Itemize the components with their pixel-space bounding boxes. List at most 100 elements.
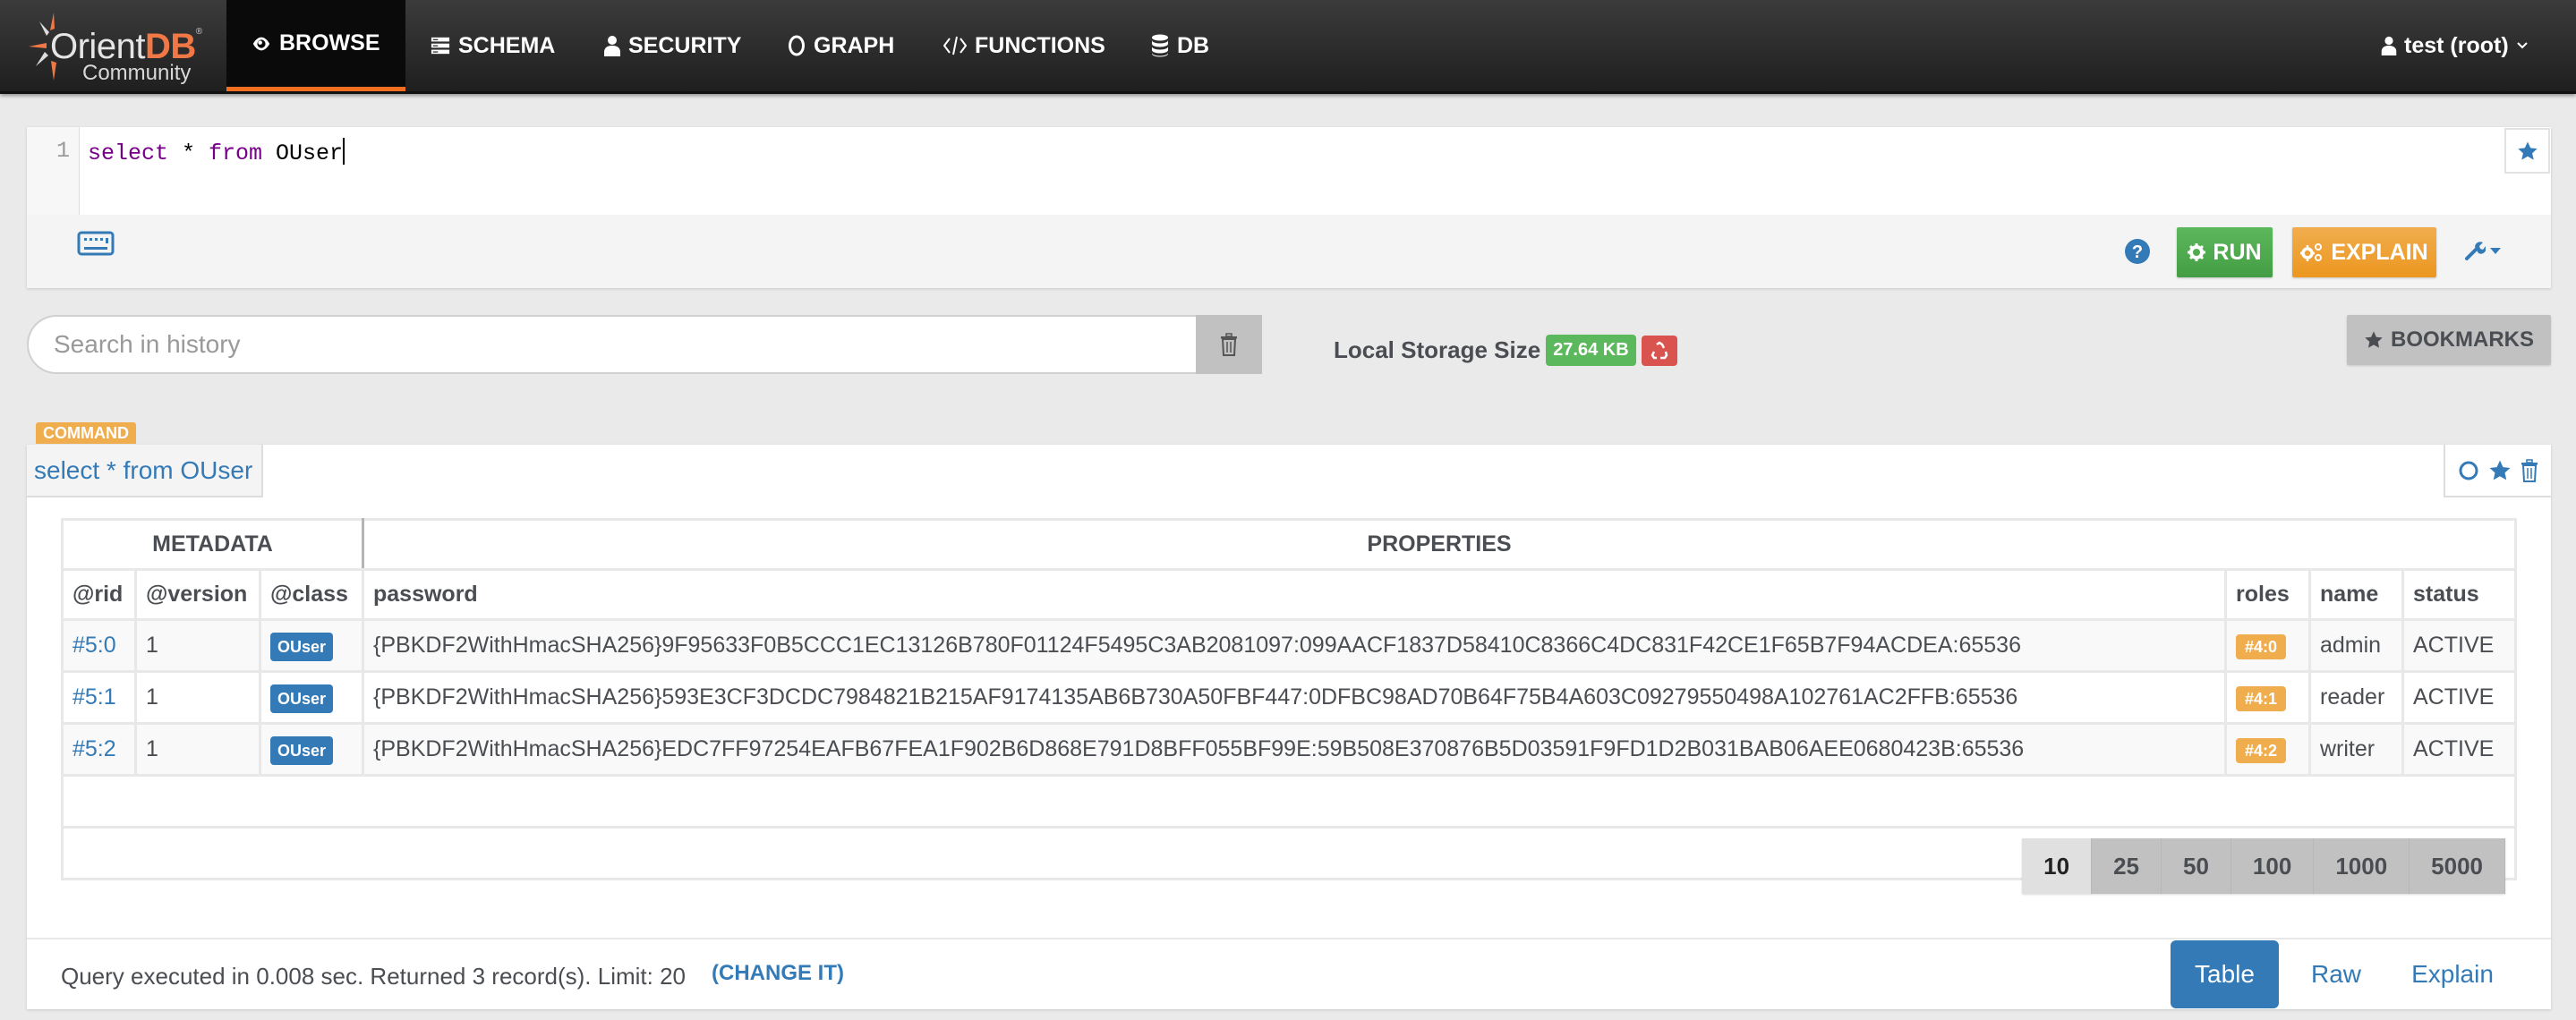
circle-icon: [789, 35, 805, 56]
class-badge[interactable]: OUser: [270, 684, 334, 713]
history-search-input[interactable]: [27, 315, 1196, 374]
wrench-icon: [2465, 242, 2486, 260]
gears-icon: [2300, 243, 2323, 261]
nav-browse-label: BROWSE: [279, 30, 380, 55]
status-cell: ACTIVE: [2401, 670, 2517, 725]
view-tab-table[interactable]: Table: [2171, 940, 2279, 1008]
editor-gutter: 1: [27, 127, 80, 215]
local-storage-label: Local Storage Size: [1334, 336, 1541, 363]
help-button[interactable]: ?: [2124, 238, 2151, 269]
graph-circle-icon[interactable]: [2458, 460, 2479, 481]
clear-history-button[interactable]: [1196, 315, 1262, 374]
top-navbar: OrientDB® Community BROWSE SCHEMA SECURI…: [0, 0, 2576, 94]
local-storage-info: Local Storage Size 27.64 KB: [1334, 335, 1677, 366]
role-link-badge[interactable]: #4:0: [2236, 634, 2287, 659]
code-star: *: [168, 140, 209, 166]
bookmark-query-button[interactable]: [2504, 128, 2550, 174]
result-query-link[interactable]: select * from OUser: [27, 445, 263, 497]
star-icon: [2517, 141, 2538, 160]
page-size-option[interactable]: 1000: [2314, 838, 2410, 894]
eye-icon: [252, 37, 270, 50]
explain-button[interactable]: EXPLAIN: [2292, 227, 2436, 277]
nav-graph-label: GRAPH: [814, 32, 895, 58]
user-icon: [2381, 36, 2397, 55]
table-row: #5:2 1 OUser {PBKDF2WithHmacSHA256}EDC7F…: [61, 722, 2517, 777]
page-size-option[interactable]: 50: [2162, 838, 2231, 894]
caret-down-icon: [2490, 248, 2501, 254]
keyboard-shortcuts-button[interactable]: [77, 231, 115, 260]
trash-icon: [1221, 333, 1237, 356]
role-link-badge[interactable]: #4:2: [2236, 738, 2287, 763]
query-status-text: Query executed in 0.008 sec. Returned 3 …: [61, 963, 687, 990]
nav-functions[interactable]: FUNCTIONS: [943, 0, 1105, 91]
svg-text:?: ?: [2132, 242, 2143, 262]
nav-functions-label: FUNCTIONS: [975, 32, 1105, 58]
settings-dropdown[interactable]: [2464, 240, 2502, 261]
name-cell: admin: [2308, 618, 2404, 673]
query-code-line[interactable]: select * from OUser: [88, 138, 345, 166]
code-keyword-from: from: [209, 140, 263, 166]
name-cell: reader: [2308, 670, 2404, 725]
code-target: OUser: [262, 140, 344, 166]
result-actions: [2444, 445, 2551, 497]
nav-browse[interactable]: BROWSE: [226, 0, 405, 91]
column-header-roles[interactable]: roles: [2224, 568, 2311, 621]
nav-schema[interactable]: SCHEMA: [431, 0, 555, 91]
name-cell: writer: [2308, 722, 2404, 777]
password-cell: {PBKDF2WithHmacSHA256}EDC7FF97254EAFB67F…: [362, 722, 2227, 777]
user-menu-label: test (root): [2404, 32, 2509, 58]
bookmarks-button[interactable]: BOOKMARKS: [2347, 315, 2551, 365]
class-badge[interactable]: OUser: [270, 736, 334, 765]
nav-db[interactable]: DB: [1151, 0, 1209, 91]
rid-link[interactable]: #5:2: [73, 736, 116, 761]
class-badge[interactable]: OUser: [270, 633, 334, 661]
run-button[interactable]: RUN: [2177, 227, 2273, 277]
pagination-row: 10 25 50 100 1000 5000: [61, 826, 2517, 894]
page-size-option[interactable]: 5000: [2410, 838, 2505, 894]
nav-graph[interactable]: GRAPH: [788, 0, 894, 91]
column-header-version[interactable]: @version: [134, 568, 261, 621]
history-search: [27, 315, 1262, 374]
user-menu[interactable]: test (root): [2381, 0, 2529, 91]
password-cell: {PBKDF2WithHmacSHA256}593E3CF3DCDC798482…: [362, 670, 2227, 725]
orientdb-logo[interactable]: OrientDB® Community: [25, 9, 204, 85]
nav-security-label: SECURITY: [628, 32, 742, 58]
recycle-icon: [1651, 340, 1668, 359]
clear-storage-button[interactable]: [1641, 335, 1677, 366]
query-editor-panel: 1 select * from OUser ? RUN EXPLAIN: [27, 127, 2551, 288]
column-header-password[interactable]: password: [362, 568, 2227, 621]
nav-schema-label: SCHEMA: [458, 32, 556, 58]
page-size-selector: 10 25 50 100 1000 5000: [2022, 838, 2505, 894]
nav-db-label: DB: [1177, 32, 1210, 58]
schema-icon: [431, 37, 450, 55]
column-header-name[interactable]: name: [2308, 568, 2404, 621]
code-icon: [943, 36, 967, 55]
column-header-rid[interactable]: @rid: [61, 568, 137, 621]
trash-icon[interactable]: [2521, 458, 2538, 482]
version-cell: 1: [134, 670, 261, 725]
view-tab-raw[interactable]: Raw: [2291, 940, 2381, 1008]
page-size-option[interactable]: 100: [2231, 838, 2315, 894]
page-size-option[interactable]: 25: [2092, 838, 2162, 894]
command-type-badge: COMMAND: [36, 422, 136, 444]
star-icon[interactable]: [2488, 459, 2512, 482]
column-header-status[interactable]: status: [2401, 568, 2517, 621]
nav-security[interactable]: SECURITY: [604, 0, 741, 91]
table-spacer-row: [61, 774, 2517, 829]
metadata-group-header: METADATA: [61, 518, 364, 571]
page-size-option[interactable]: 10: [2022, 838, 2093, 894]
line-number: 1: [55, 138, 70, 164]
column-header-class[interactable]: @class: [259, 568, 364, 621]
status-cell: ACTIVE: [2401, 618, 2517, 673]
role-link-badge[interactable]: #4:1: [2236, 686, 2287, 711]
user-icon: [604, 36, 620, 56]
text-cursor: [343, 138, 345, 165]
change-limit-link[interactable]: (CHANGE IT): [712, 961, 844, 986]
question-circle-icon: ?: [2125, 239, 2150, 264]
query-editor[interactable]: 1 select * from OUser: [27, 127, 2551, 215]
rid-link[interactable]: #5:0: [73, 633, 116, 658]
database-icon: [1152, 34, 1168, 57]
result-footer: Query executed in 0.008 sec. Returned 3 …: [27, 938, 2551, 1009]
view-tab-explain[interactable]: Explain: [2399, 940, 2506, 1008]
rid-link[interactable]: #5:1: [73, 684, 116, 710]
